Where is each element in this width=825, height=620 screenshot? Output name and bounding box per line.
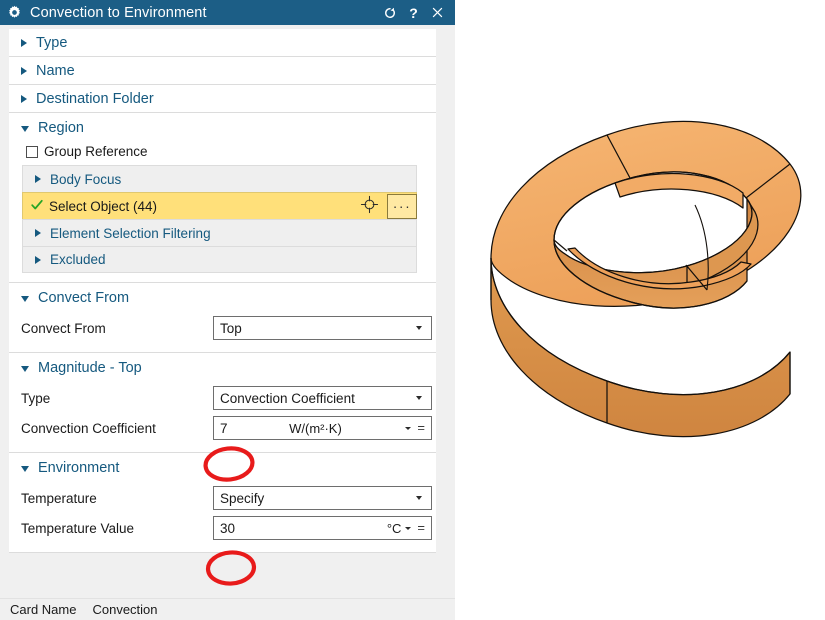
section-body-magnitude: Type Convection Coefficient Convection C… (9, 383, 436, 452)
group-reference-checkbox[interactable] (26, 145, 38, 158)
subrow-label: Body Focus (50, 171, 122, 187)
convection-dialog-panel: Convection to Environment ? Type Name De… (0, 0, 455, 620)
dialog-content: Type Name Destination Folder Region Grou… (9, 29, 436, 553)
dialog-title: Convection to Environment (30, 4, 207, 21)
section-title: Magnitude - Top (38, 360, 142, 376)
titlebar-buttons: ? (382, 4, 449, 22)
chevron-down-icon (416, 496, 422, 500)
section-title: Region (38, 120, 84, 136)
section-body-environment: Temperature Specify Temperature Value 30… (9, 483, 436, 552)
chevron-down-icon (21, 296, 29, 302)
application-window: Convection to Environment ? Type Name De… (0, 0, 825, 620)
subrow-body-focus[interactable]: Body Focus (22, 165, 417, 192)
group-label: Type (36, 34, 68, 51)
section-environment: Environment Temperature Specify Temperat… (9, 453, 436, 553)
field-label: Temperature (21, 490, 97, 506)
dropdown-value: Specify (220, 490, 265, 506)
chevron-down-icon[interactable] (405, 526, 412, 530)
group-label: Name (36, 62, 75, 79)
group-reference-row[interactable]: Group Reference (9, 143, 436, 165)
group-header-name[interactable]: Name (9, 57, 436, 85)
subrow-excluded[interactable]: Excluded (22, 246, 417, 273)
subrow-label: Select Object (44) (49, 198, 158, 214)
model-viewport[interactable] (455, 0, 825, 620)
dialog-titlebar: Convection to Environment ? (0, 0, 455, 25)
field-label: Convect From (21, 320, 106, 336)
chevron-right-icon (21, 38, 27, 47)
section-header-environment[interactable]: Environment (9, 453, 436, 483)
chevron-down-icon (416, 326, 422, 330)
field-row-convect-from: Convect From Top (9, 313, 436, 343)
magnitude-type-dropdown[interactable]: Convection Coefficient (213, 386, 432, 410)
vertical-scrollbar[interactable] (435, 25, 446, 598)
temperature-dropdown[interactable]: Specify (213, 486, 432, 510)
section-title: Convect From (38, 290, 130, 306)
unit-label: °C (386, 520, 402, 536)
field-row-temperature-value: Temperature Value 30 °C = (9, 513, 436, 543)
field-label: Temperature Value (21, 520, 135, 536)
chevron-right-icon (35, 229, 41, 237)
input-value: 7 (220, 420, 228, 436)
group-header-destination-folder[interactable]: Destination Folder (9, 85, 436, 113)
checkmark-icon (30, 198, 44, 215)
field-row-convection-coefficient: Convection Coefficient 7 W/(m²·K) = (9, 413, 436, 443)
close-icon[interactable] (430, 4, 445, 22)
chevron-down-icon (416, 396, 422, 400)
expression-equals-icon[interactable]: = (417, 421, 425, 434)
convect-from-dropdown[interactable]: Top (213, 316, 432, 340)
temperature-value-input[interactable]: 30 °C = (213, 516, 432, 540)
subrow-select-object[interactable]: Select Object (44) ··· (22, 192, 417, 219)
chevron-down-icon (21, 126, 29, 132)
convection-coefficient-input[interactable]: 7 W/(m²·K) = (213, 416, 432, 440)
chevron-right-icon (21, 94, 27, 103)
dropdown-value: Convection Coefficient (220, 390, 355, 406)
field-label: Type (21, 390, 51, 406)
section-body-region: Group Reference Body Focus Select Object… (9, 143, 436, 282)
oval-ring-solid-model (490, 120, 802, 438)
section-region: Region Group Reference Body Focus Select… (9, 113, 436, 283)
field-row-magnitude-type: Type Convection Coefficient (9, 383, 436, 413)
dropdown-value: Top (220, 320, 242, 336)
section-title: Environment (38, 460, 120, 476)
section-magnitude: Magnitude - Top Type Convection Coeffici… (9, 353, 436, 453)
status-bar: Card Name Convection (0, 598, 455, 620)
section-header-region[interactable]: Region (9, 113, 436, 143)
section-body-convect-from: Convect From Top (9, 313, 436, 352)
card-name-value: Convection (92, 602, 158, 617)
card-name-label: Card Name (10, 602, 77, 617)
subrow-label: Element Selection Filtering (50, 225, 211, 241)
select-object-more-button[interactable]: ··· (387, 193, 417, 219)
section-header-magnitude[interactable]: Magnitude - Top (9, 353, 436, 383)
select-target-icon[interactable] (360, 195, 379, 217)
dialog-scroll-area: Type Name Destination Folder Region Grou… (0, 25, 455, 598)
chevron-down-icon (21, 466, 29, 472)
group-reference-label: Group Reference (44, 144, 148, 159)
chevron-right-icon (21, 66, 27, 75)
gear-icon (7, 5, 22, 20)
chevron-down-icon[interactable] (405, 426, 412, 430)
unit-label: W/(m²·K) (289, 420, 342, 436)
chevron-down-icon (21, 366, 29, 372)
help-icon[interactable]: ? (406, 4, 421, 22)
group-label: Destination Folder (36, 90, 154, 107)
subrow-element-selection-filtering[interactable]: Element Selection Filtering (22, 219, 417, 246)
field-row-temperature: Temperature Specify (9, 483, 436, 513)
section-convect-from: Convect From Convect From Top (9, 283, 436, 353)
group-header-type[interactable]: Type (9, 29, 436, 57)
expression-equals-icon[interactable]: = (417, 521, 425, 534)
chevron-right-icon (35, 255, 41, 264)
chevron-right-icon (35, 175, 41, 183)
reset-icon[interactable] (382, 4, 397, 22)
section-header-convect-from[interactable]: Convect From (9, 283, 436, 313)
input-value: 30 (220, 520, 236, 536)
field-label: Convection Coefficient (21, 420, 156, 436)
subrow-label: Excluded (50, 252, 106, 267)
